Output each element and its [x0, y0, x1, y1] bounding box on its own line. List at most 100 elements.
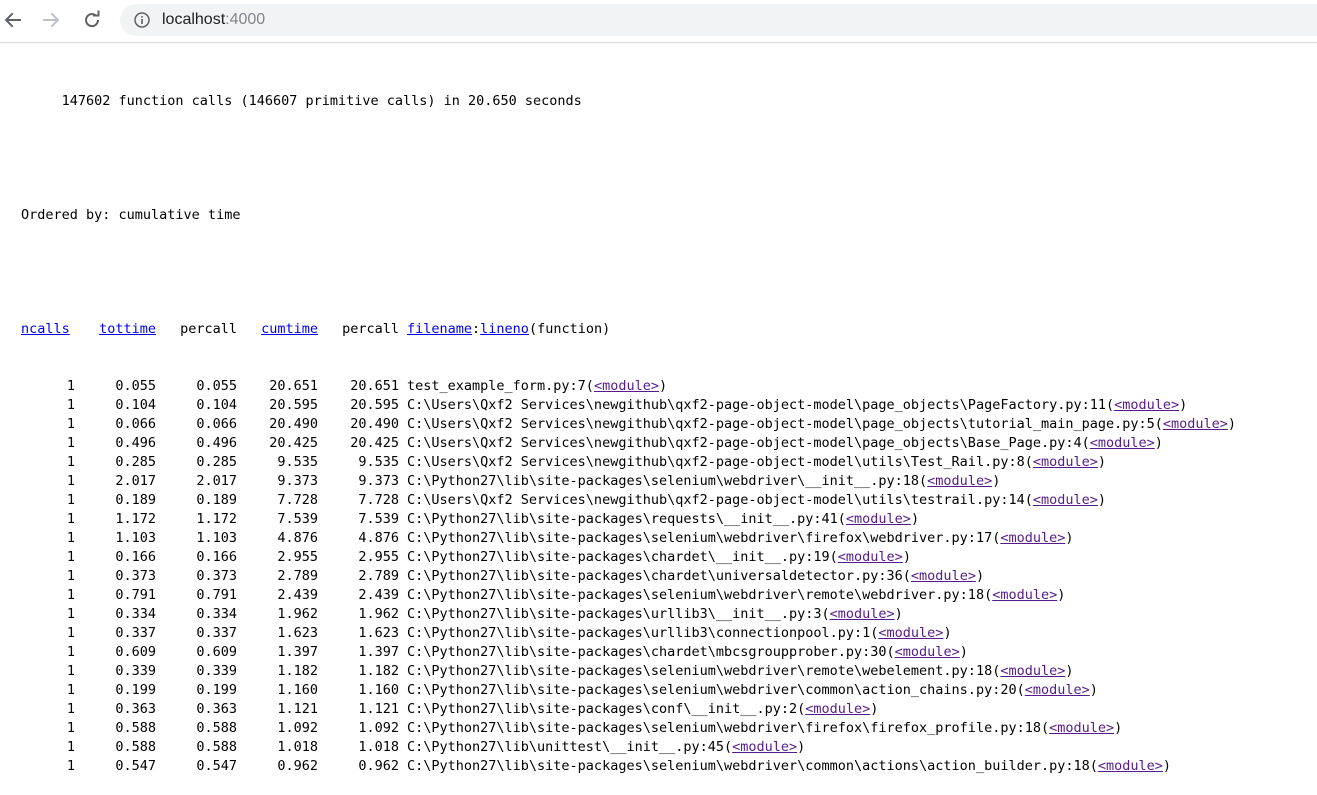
filename-cell: C:\Python27\lib\site-packages\selenium\w…	[399, 662, 1074, 681]
close-paren: )	[1162, 758, 1172, 774]
cumtime-cell: 0.962	[277, 758, 318, 774]
ncalls-cell: 1	[66, 435, 75, 451]
forward-button[interactable]	[38, 7, 64, 33]
reload-button[interactable]	[79, 7, 105, 33]
function-link[interactable]: <module>	[1025, 682, 1090, 698]
stats-row: 1 0.547 0.547 0.962 0.962 C:\Python27\lib\sit…	[21, 757, 1236, 776]
filename-cell: C:\Python27\lib\site-packages\selenium\w…	[399, 681, 1098, 700]
stats-row: 1 0.373 0.373 2.789 2.789 C:\Python27\lib\sit…	[21, 567, 1236, 586]
tottime-cell: 0.339	[115, 663, 156, 679]
url-port: :4000	[225, 11, 266, 28]
function-link[interactable]: <module>	[732, 739, 797, 755]
tottime-cell: 0.791	[115, 587, 156, 603]
function-link[interactable]: <module>	[878, 625, 943, 641]
close-paren: )	[992, 473, 1001, 489]
file-path: C:\Python27\lib\site-packages\urllib3\co…	[407, 625, 879, 641]
cumtime-cell: 7.728	[277, 492, 318, 508]
ncalls-sort-link[interactable]: ncalls	[21, 320, 75, 339]
close-paren: )	[894, 606, 903, 622]
function-link[interactable]: <module>	[1114, 397, 1179, 413]
tottime-cell: 0.609	[115, 644, 156, 660]
ncalls-cell: 1	[66, 701, 75, 717]
filename-cell: C:\Python27\lib\site-packages\urllib3\__…	[399, 605, 903, 624]
function-link[interactable]: <module>	[594, 378, 659, 394]
lineno-sort-link[interactable]: lineno	[480, 321, 529, 337]
filename-header: filename:lineno(function)	[399, 320, 610, 339]
percall-cell: 0.339	[196, 663, 237, 679]
function-link[interactable]: <module>	[992, 587, 1057, 603]
file-path: C:\Python27\lib\site-packages\selenium\w…	[407, 663, 1001, 679]
function-link[interactable]: <module>	[1033, 492, 1098, 508]
info-icon[interactable]	[134, 12, 150, 28]
cumtime-cell: 7.539	[277, 511, 318, 527]
ncalls-cell: 1	[66, 416, 75, 432]
ncalls-cell: 1	[66, 549, 75, 565]
stats-rows: 1 0.055 0.055 20.651 20.651 test_example_form…	[21, 377, 1236, 776]
tottime-sort-link[interactable]: tottime	[99, 321, 156, 337]
function-link[interactable]: <module>	[1163, 416, 1228, 432]
tottime-cell: 0.547	[115, 758, 156, 774]
percall-cell-2: 0.962	[358, 758, 399, 774]
ncalls-cell: 1	[66, 492, 75, 508]
cumtime-cell: 4.876	[277, 530, 318, 546]
tottime-cell: 0.285	[115, 454, 156, 470]
filename-cell: C:\Python27\lib\site-packages\chardet\mb…	[399, 643, 968, 662]
function-link[interactable]: <module>	[911, 568, 976, 584]
percall-cell: 0.791	[196, 587, 237, 603]
percall-cell: 0.285	[196, 454, 237, 470]
function-link[interactable]: <module>	[1098, 758, 1163, 774]
ncalls-cell: 1	[66, 682, 75, 698]
function-link[interactable]: <module>	[1033, 454, 1098, 470]
stats-row: 1 0.339 0.339 1.182 1.182 C:\Python27\lib\sit…	[21, 662, 1236, 681]
percall-cell-2: 1.092	[358, 720, 399, 736]
function-link[interactable]: <module>	[927, 473, 992, 489]
close-paren: )	[797, 739, 806, 755]
stats-row: 1 0.609 0.609 1.397 1.397 C:\Python27\lib\sit…	[21, 643, 1236, 662]
function-link[interactable]: <module>	[1049, 720, 1114, 736]
cumtime-cell: 2.439	[277, 587, 318, 603]
ncalls-cell: 1	[66, 663, 75, 679]
filename-cell: C:\Python27\lib\site-packages\selenium\w…	[399, 472, 1000, 491]
cumtime-sort-link[interactable]: cumtime	[261, 321, 318, 337]
file-path: C:\Python27\lib\site-packages\chardet\un…	[407, 568, 911, 584]
ncalls-cell: 1	[66, 587, 75, 603]
filename-cell: C:\Users\Qxf2 Services\newgithub\qxf2-pa…	[399, 396, 1187, 415]
ordered-by-line: Ordered by: cumulative time	[21, 207, 241, 223]
function-link[interactable]: <module>	[1000, 663, 1065, 679]
cumtime-cell: 1.092	[277, 720, 318, 736]
tottime-cell: 0.104	[115, 397, 156, 413]
tottime-cell: 0.588	[115, 739, 156, 755]
close-paren: )	[943, 625, 952, 641]
percall-cell: 0.547	[196, 758, 237, 774]
address-bar[interactable]: localhost:4000	[120, 4, 1317, 36]
tottime-cell: 0.189	[115, 492, 156, 508]
function-link[interactable]: <module>	[846, 511, 911, 527]
filename-sort-link[interactable]: filename	[407, 321, 472, 337]
filename-cell: C:\Python27\lib\site-packages\requests\_…	[399, 510, 919, 529]
close-paren: )	[975, 568, 985, 584]
close-paren: )	[1057, 587, 1066, 603]
function-link[interactable]: <module>	[1000, 530, 1065, 546]
back-button[interactable]	[0, 7, 26, 33]
stats-row: 1 0.285 0.285 9.535 9.535 C:\Users\Qxf2 Servi…	[21, 453, 1236, 472]
file-path: C:\Python27\lib\site-packages\selenium\w…	[407, 530, 1001, 546]
tottime-cell: 0.337	[115, 625, 156, 641]
function-link[interactable]: <module>	[830, 606, 895, 622]
close-paren: )	[1097, 492, 1107, 508]
filename-cell: C:\Python27\lib\unittest\__init__.py:45(…	[399, 738, 805, 757]
cumtime-cell: 1.160	[277, 682, 318, 698]
function-link[interactable]: <module>	[895, 644, 960, 660]
function-link[interactable]: <module>	[838, 549, 903, 565]
percall-cell-2: 7.728	[358, 492, 399, 508]
browser-toolbar: localhost:4000	[0, 0, 1317, 43]
function-link[interactable]: <module>	[805, 701, 870, 717]
file-path: test_example_form.py:7(	[407, 378, 594, 394]
percall-cell-2: 20.651	[350, 378, 399, 394]
stats-row: 1 0.588 0.588 1.018 1.018 C:\Python27\lib\uni…	[21, 738, 1236, 757]
function-link[interactable]: <module>	[1090, 435, 1155, 451]
ncalls-cell: 1	[66, 473, 75, 489]
percall-cell: 0.189	[196, 492, 237, 508]
cumtime-cell: 2.789	[277, 568, 318, 584]
url-text[interactable]: localhost:4000	[162, 10, 265, 30]
percall-cell: 0.373	[196, 568, 237, 584]
